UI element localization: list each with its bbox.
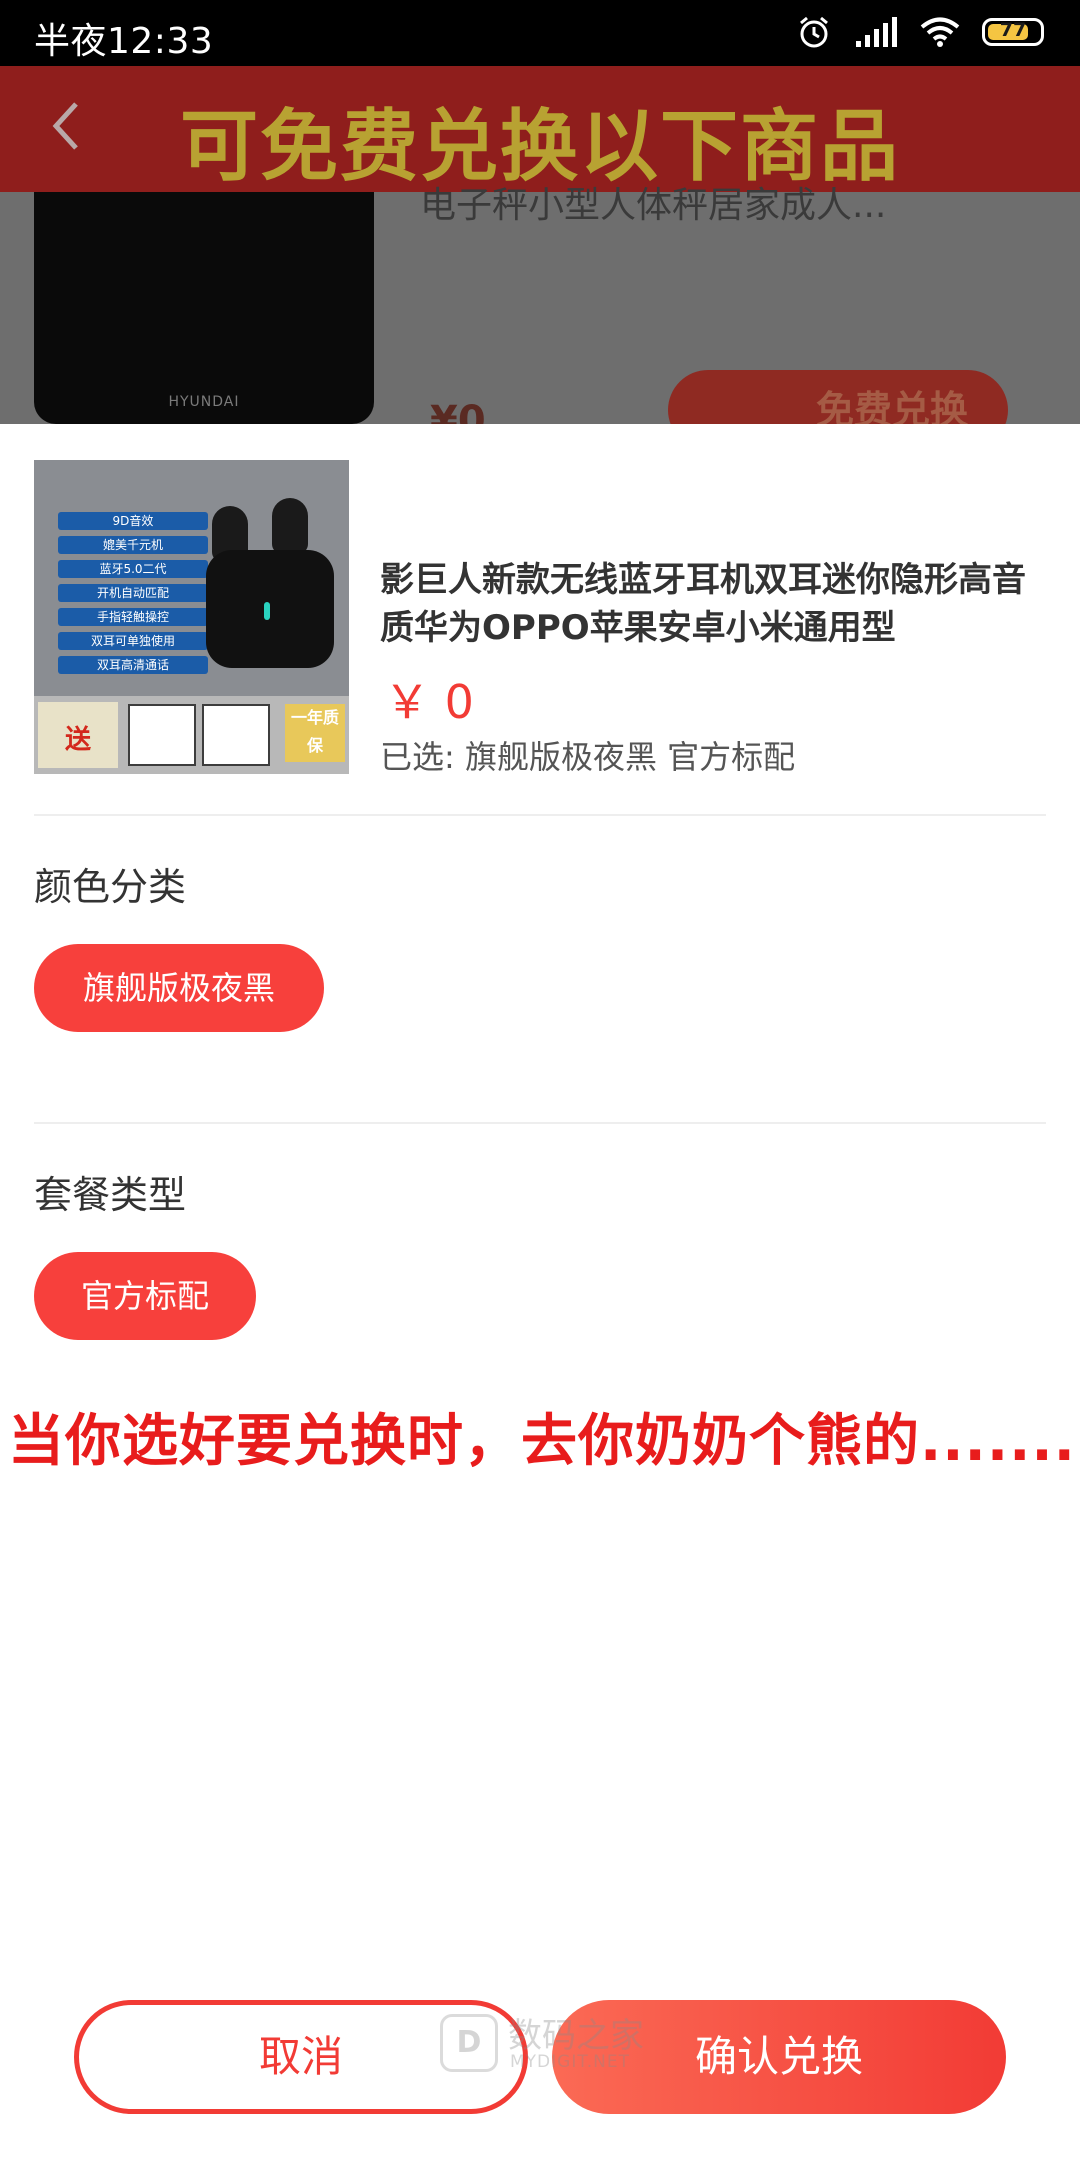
- background-product-text: 电子秤小型人体秤居家成人...: [420, 185, 887, 226]
- feature-tag: 9D音效: [58, 512, 208, 530]
- wifi-icon: [920, 17, 960, 47]
- package-section-title: 套餐类型: [34, 1173, 187, 1217]
- color-section-title: 颜色分类: [34, 865, 187, 909]
- feature-tag: 蓝牙5.0二代: [58, 560, 208, 578]
- selected-spec: 已选: 旗舰版极夜黑 官方标配: [380, 738, 796, 776]
- feature-tag: 双耳高清通话: [58, 656, 208, 674]
- color-option-chip[interactable]: 旗舰版极夜黑: [34, 944, 324, 1032]
- signal-icon: [856, 17, 897, 47]
- shield-card: [202, 704, 270, 766]
- watermark-logo: D: [440, 2014, 498, 2072]
- gift-badge: 送: [38, 702, 118, 768]
- feature-tag: 双耳可单独使用: [58, 632, 208, 650]
- watermark-url: MYDIGIT.NET: [510, 2052, 630, 2072]
- status-icons: 77: [796, 12, 1044, 52]
- case-led: [264, 602, 270, 620]
- promo-strip: 送 一年质保: [34, 696, 349, 774]
- feature-tag: 媲美千元机: [58, 536, 208, 554]
- status-bar: 半夜12:33 77: [0, 0, 1080, 66]
- divider: [34, 1122, 1046, 1124]
- product-title: 影巨人新款无线蓝牙耳机双耳迷你隐形高音质华为OPPO苹果安卓小米通用型: [380, 560, 1026, 648]
- status-time: 半夜12:33: [34, 21, 214, 62]
- feature-tag: 开机自动匹配: [58, 584, 208, 602]
- warranty-badge: 一年质保: [285, 704, 345, 762]
- background-product-image: HYUNDAI: [34, 192, 374, 424]
- product-price: ￥ 0: [384, 675, 474, 729]
- feature-list: 9D音效 媲美千元机 蓝牙5.0二代 开机自动匹配 手指轻触操控 双耳可单独使用…: [58, 512, 208, 680]
- battery-level: 77: [999, 19, 1027, 41]
- feature-tag: 手指轻触操控: [58, 608, 208, 626]
- product-image: 9D音效 媲美千元机 蓝牙5.0二代 开机自动匹配 手指轻触操控 双耳可单独使用…: [34, 460, 349, 774]
- alarm-icon: [800, 16, 828, 48]
- earbud-right: [272, 498, 308, 554]
- package-option-chip[interactable]: 官方标配: [34, 1252, 256, 1340]
- watermark-name: 数码之家: [508, 2016, 644, 2056]
- divider: [34, 814, 1046, 816]
- overlay-caption: 当你选好要兑换时，去你奶奶个熊的.......: [8, 1409, 1076, 1474]
- watermark: D 数码之家 MYDIGIT.NET: [440, 2008, 650, 2078]
- battery-icon: 77: [982, 18, 1044, 46]
- cable-card: [128, 704, 196, 766]
- charging-case: [206, 550, 334, 668]
